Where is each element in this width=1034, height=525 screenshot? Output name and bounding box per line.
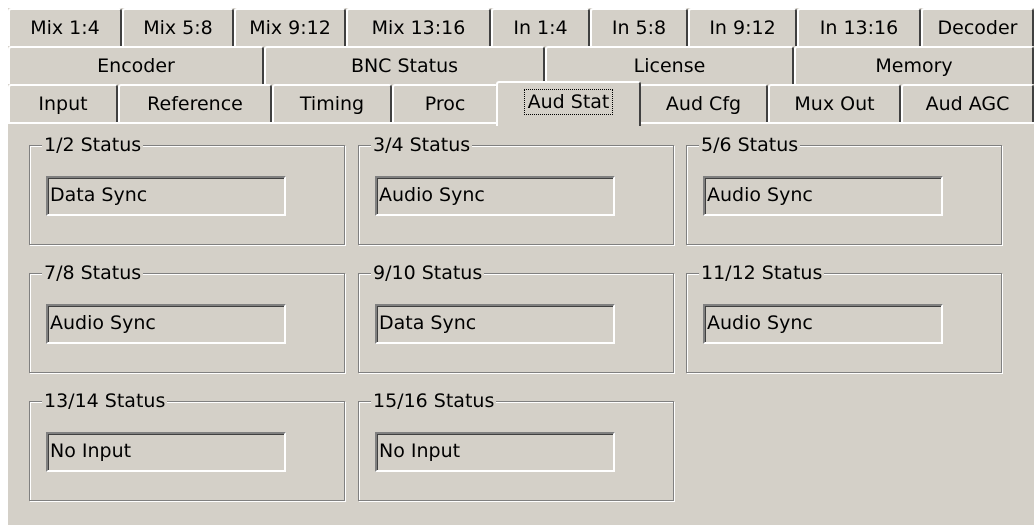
tab-label: Timing — [299, 93, 365, 115]
tab-mux-out[interactable]: Mux Out — [768, 84, 901, 122]
status-group-15-16: 15/16 Status No Input — [358, 389, 674, 501]
group-label: 7/8 Status — [42, 261, 144, 285]
tab-label: In 13:16 — [819, 17, 899, 39]
tab-label: Reference — [147, 93, 243, 115]
tab-label: Mix 5:8 — [143, 17, 213, 39]
tab-label: Mix 1:4 — [30, 17, 100, 39]
tab-input[interactable]: Input — [8, 84, 118, 122]
tab-mix-13-16[interactable]: Mix 13:16 — [346, 8, 491, 46]
status-field: Audio Sync — [46, 304, 286, 344]
tab-in-5-8[interactable]: In 5:8 — [590, 8, 688, 46]
group-label: 13/14 Status — [42, 389, 168, 413]
status-field: Data Sync — [46, 176, 286, 216]
status-group-11-12: 11/12 Status Audio Sync — [686, 261, 1002, 373]
group-label: 11/12 Status — [699, 261, 825, 285]
tab-mix-1-4[interactable]: Mix 1:4 — [8, 8, 122, 46]
tab-timing[interactable]: Timing — [272, 84, 392, 122]
tab-mix-9-12[interactable]: Mix 9:12 — [234, 8, 346, 46]
tab-reference[interactable]: Reference — [118, 84, 272, 122]
status-field: Audio Sync — [703, 304, 943, 344]
tab-label: Mix 9:12 — [249, 17, 331, 39]
group-label: 9/10 Status — [371, 261, 485, 285]
tab-label: Mux Out — [794, 93, 875, 115]
audio-status-window: Mix 1:4 Mix 5:8 Mix 9:12 Mix 13:16 In 1:… — [8, 8, 1034, 525]
tab-label: Proc — [424, 93, 466, 115]
tab-label: In 5:8 — [611, 17, 667, 39]
tab-in-1-4[interactable]: In 1:4 — [491, 8, 590, 46]
status-field: Audio Sync — [375, 176, 615, 216]
status-group-13-14: 13/14 Status No Input — [29, 389, 345, 501]
group-label: 1/2 Status — [42, 133, 144, 157]
tab-label: Mix 13:16 — [371, 17, 466, 39]
status-field: Audio Sync — [703, 176, 943, 216]
tab-license[interactable]: License — [545, 46, 794, 84]
tab-mix-5-8[interactable]: Mix 5:8 — [122, 8, 234, 46]
tab-label: Encoder — [97, 55, 175, 77]
tab-label: Input — [38, 93, 88, 115]
tab-label: In 1:4 — [513, 17, 568, 39]
tab-label: Aud AGC — [925, 93, 1010, 115]
tab-aud-cfg[interactable]: Aud Cfg — [639, 84, 768, 122]
status-field: No Input — [375, 432, 615, 472]
status-field: No Input — [46, 432, 286, 472]
tab-aud-agc[interactable]: Aud AGC — [901, 84, 1034, 122]
status-group-3-4: 3/4 Status Audio Sync — [358, 133, 674, 245]
tab-label: Memory — [875, 55, 953, 77]
status-group-1-2: 1/2 Status Data Sync — [29, 133, 345, 245]
tab-label: Aud Cfg — [665, 93, 742, 115]
status-group-9-10: 9/10 Status Data Sync — [358, 261, 674, 373]
group-label: 15/16 Status — [371, 389, 497, 413]
tab-label: Decoder — [937, 17, 1018, 39]
tab-label: In 9:12 — [709, 17, 776, 39]
tab-in-13-16[interactable]: In 13:16 — [797, 8, 921, 46]
tab-label: Aud Stat — [523, 88, 614, 115]
tab-proc[interactable]: Proc — [392, 84, 498, 122]
aud-stat-panel: 1/2 Status Data Sync 3/4 Status Audio Sy… — [8, 122, 1034, 525]
tab-encoder[interactable]: Encoder — [8, 46, 264, 84]
status-group-5-6: 5/6 Status Audio Sync — [686, 133, 1002, 245]
status-field: Data Sync — [375, 304, 615, 344]
group-label: 5/6 Status — [699, 133, 801, 157]
tab-label: BNC Status — [350, 55, 459, 77]
tab-in-9-12[interactable]: In 9:12 — [688, 8, 797, 46]
tab-aud-stat[interactable]: Aud Stat — [496, 81, 641, 126]
tab-label: License — [633, 55, 706, 77]
tab-bnc-status[interactable]: BNC Status — [264, 46, 545, 84]
tab-decoder[interactable]: Decoder — [921, 8, 1034, 46]
tab-memory[interactable]: Memory — [794, 46, 1034, 84]
group-label: 3/4 Status — [371, 133, 473, 157]
status-group-7-8: 7/8 Status Audio Sync — [29, 261, 345, 373]
